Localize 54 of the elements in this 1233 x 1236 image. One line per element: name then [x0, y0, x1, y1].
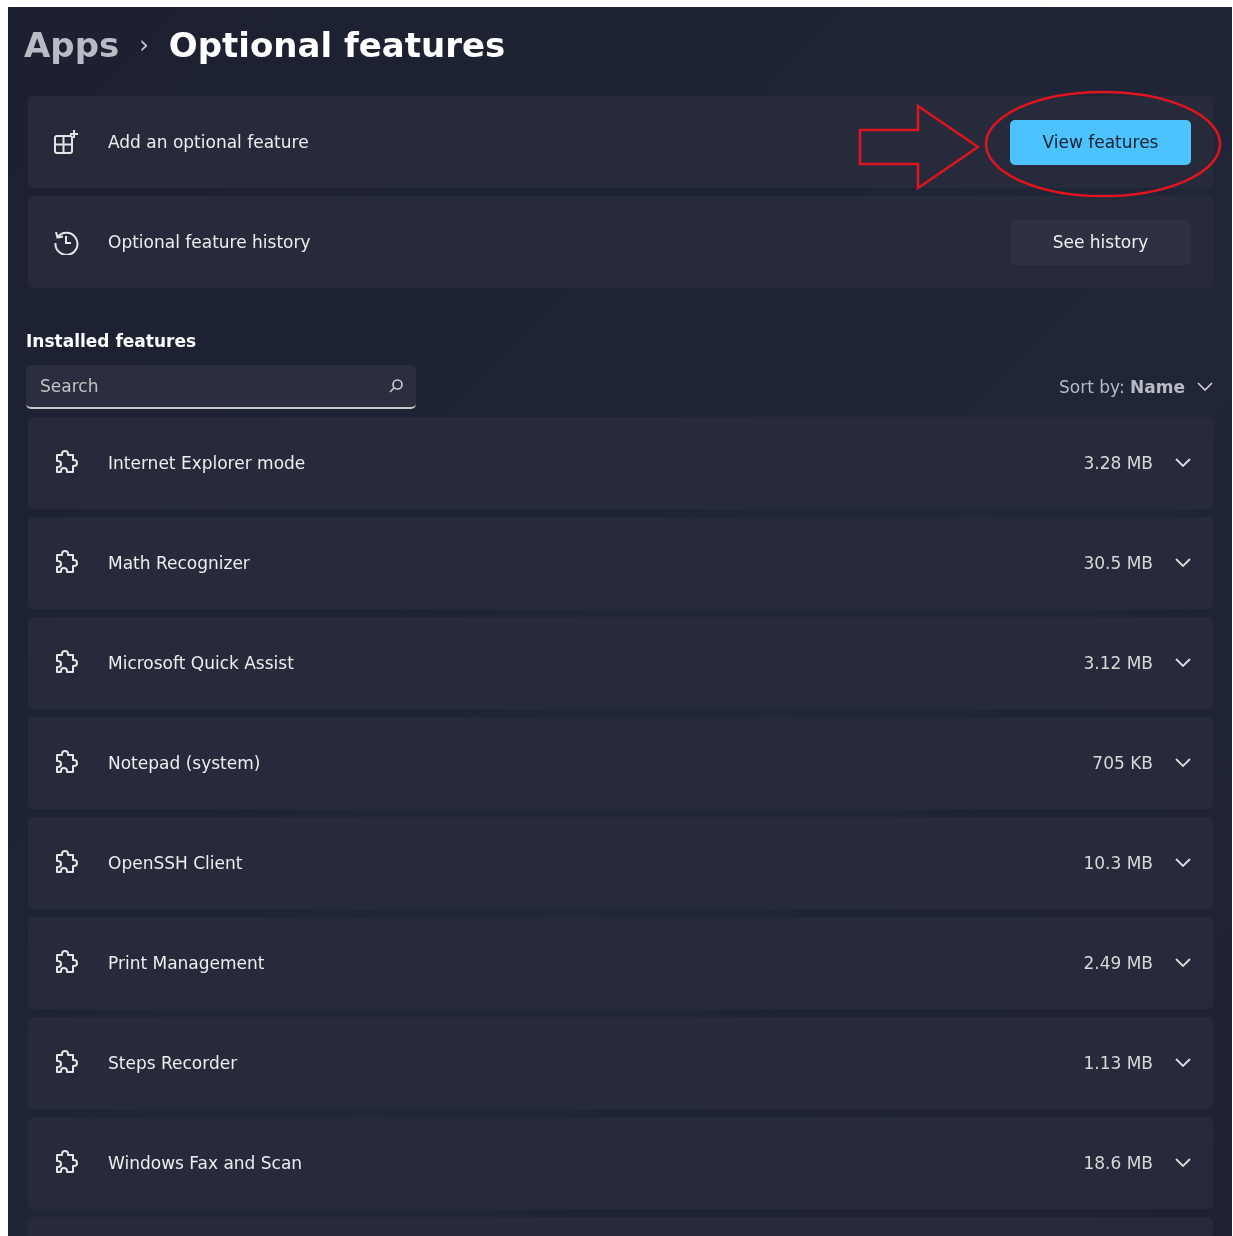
- feature-size: 30.5 MB: [1083, 553, 1153, 573]
- feature-size: 10.3 MB: [1083, 853, 1153, 873]
- chevron-icon[interactable]: [1175, 458, 1191, 468]
- search-field[interactable]: Search: [26, 365, 416, 409]
- feature-name: Windows Fax and Scan: [108, 1153, 304, 1173]
- history-icon: [53, 229, 79, 255]
- feature-row[interactable]: Internet Explorer mode 3.28 MB: [28, 417, 1213, 509]
- chevron-icon[interactable]: [1175, 558, 1191, 568]
- breadcrumb-separator: ›: [139, 31, 149, 59]
- card-label: Add an optional feature: [108, 132, 310, 152]
- feature-size: 18.6 MB: [1083, 1153, 1153, 1173]
- feature-name: OpenSSH Client: [108, 853, 244, 873]
- feature-row[interactable]: Windows Fax and Scan 18.6 MB: [28, 1117, 1213, 1209]
- section-heading: Installed features: [26, 330, 198, 352]
- search-icon: [388, 378, 404, 394]
- feature-size: 2.49 MB: [1083, 953, 1153, 973]
- feature-name: Math Recognizer: [108, 553, 251, 573]
- feature-name: Steps Recorder: [108, 1053, 239, 1073]
- puzzle-piece-icon: [53, 950, 79, 976]
- feature-row[interactable]: Microsoft Quick Assist 3.12 MB: [28, 617, 1213, 709]
- feature-size: 3.12 MB: [1083, 653, 1153, 673]
- feature-row[interactable]: Steps Recorder 1.13 MB: [28, 1017, 1213, 1109]
- feature-row[interactable]: Print Management 2.49 MB: [28, 917, 1213, 1009]
- feature-size: 705 KB: [1092, 753, 1153, 773]
- chevron-icon[interactable]: [1175, 658, 1191, 668]
- feature-row[interactable]: OpenSSH Client 10.3 MB: [28, 817, 1213, 909]
- feature-name: Internet Explorer mode: [108, 453, 307, 473]
- puzzle-piece-icon: [53, 650, 79, 676]
- add-grid-icon: [53, 129, 79, 155]
- feature-row[interactable]: Notepad (system) 705 KB: [28, 717, 1213, 809]
- sort-dropdown[interactable]: Sort by: Name: [1059, 377, 1185, 397]
- chevron-icon[interactable]: [1175, 758, 1191, 768]
- view-features-button[interactable]: View features: [1010, 119, 1191, 165]
- feature-name: Microsoft Quick Assist: [108, 653, 295, 673]
- puzzle-piece-icon: [53, 850, 79, 876]
- puzzle-piece-icon: [53, 1150, 79, 1176]
- feature-name: Print Management: [108, 953, 266, 973]
- puzzle-piece-icon: [53, 750, 79, 776]
- puzzle-piece-icon: [53, 1050, 79, 1076]
- chevron-icon[interactable]: [1175, 1058, 1191, 1068]
- chevron-icon[interactable]: [1175, 958, 1191, 968]
- puzzle-piece-icon: [53, 550, 79, 576]
- chevron-down-icon: [1197, 382, 1213, 392]
- see-history-button[interactable]: See history: [1010, 219, 1191, 265]
- puzzle-piece-icon: [53, 450, 79, 476]
- feature-size: 1.13 MB: [1083, 1053, 1153, 1073]
- breadcrumb-link[interactable]: Apps: [24, 25, 120, 65]
- feature-row[interactable]: Math Recognizer 30.5 MB: [28, 517, 1213, 609]
- card-label: Optional feature history: [108, 232, 312, 252]
- page-title: Optional features: [168, 25, 506, 65]
- chevron-icon[interactable]: [1175, 858, 1191, 868]
- feature-name: Notepad (system): [108, 753, 262, 773]
- chevron-icon[interactable]: [1175, 1158, 1191, 1168]
- feature-size: 3.28 MB: [1083, 453, 1153, 473]
